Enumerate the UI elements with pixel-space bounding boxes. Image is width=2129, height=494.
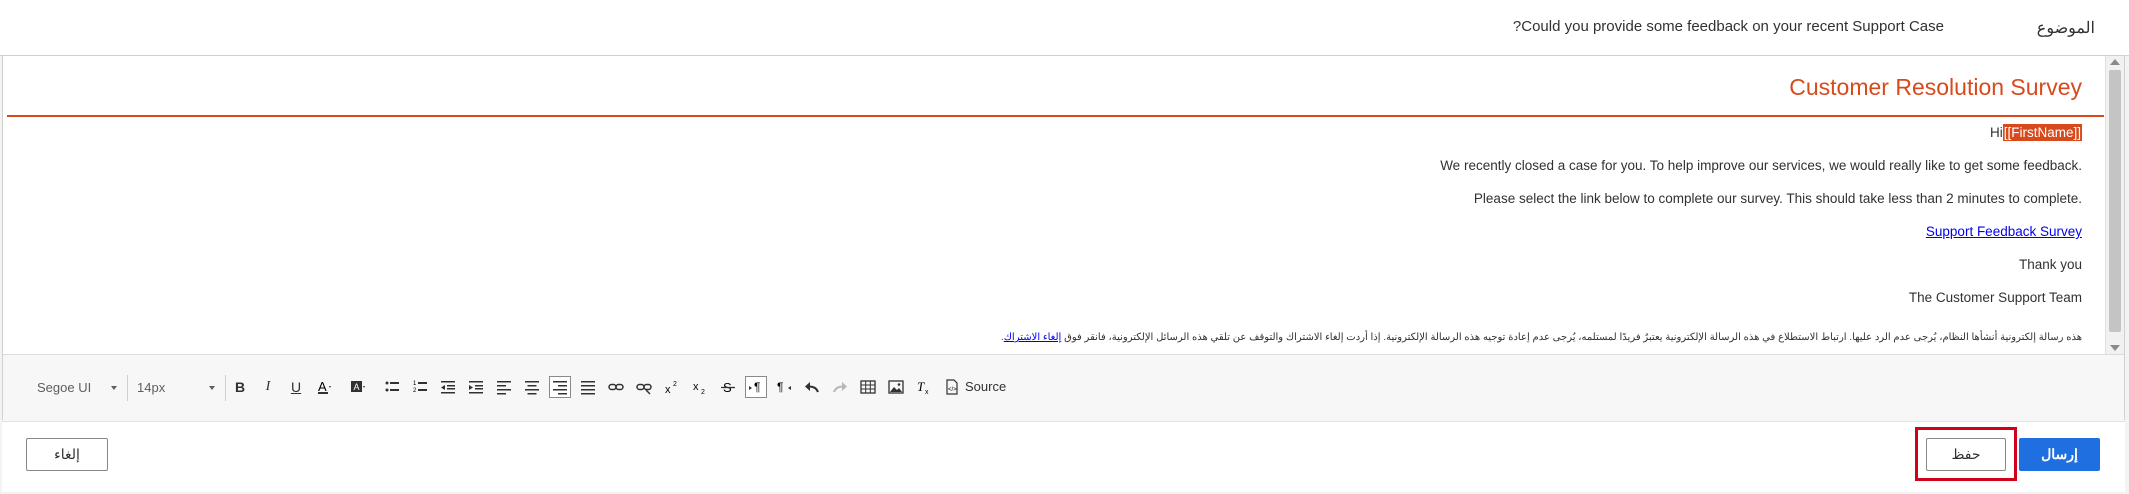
svg-text:2: 2 bbox=[701, 389, 705, 395]
source-icon[interactable]: </> bbox=[941, 376, 963, 398]
editor-content[interactable]: Customer Resolution Survey Hi[[FirstName… bbox=[3, 56, 2104, 354]
align-left-icon[interactable] bbox=[493, 376, 515, 398]
align-right-icon[interactable] bbox=[549, 376, 571, 398]
svg-text:A: A bbox=[354, 382, 360, 392]
toolbar-divider bbox=[225, 375, 226, 401]
numbered-list-icon[interactable]: 12 bbox=[409, 376, 431, 398]
bold-icon[interactable]: B bbox=[229, 376, 251, 398]
ltr-direction-icon[interactable]: ¶ bbox=[745, 376, 767, 398]
strikethrough-icon[interactable]: S bbox=[717, 376, 739, 398]
svg-text:A: A bbox=[318, 379, 327, 394]
svg-text:</>: </> bbox=[948, 387, 957, 393]
redo-icon[interactable] bbox=[829, 376, 851, 398]
superscript-icon[interactable]: x2 bbox=[661, 376, 683, 398]
image-icon[interactable] bbox=[885, 376, 907, 398]
subscript-icon[interactable]: x2 bbox=[689, 376, 711, 398]
survey-link[interactable]: Support Feedback Survey bbox=[1926, 224, 2082, 239]
svg-text:2: 2 bbox=[673, 381, 677, 388]
closing-line: Thank you bbox=[2018, 257, 2082, 272]
paragraph-2: Please select the link below to complete… bbox=[1473, 191, 2082, 206]
undo-icon[interactable] bbox=[801, 376, 823, 398]
signature-line: The Customer Support Team bbox=[1908, 290, 2082, 305]
link-icon[interactable] bbox=[605, 376, 627, 398]
scroll-thumb[interactable] bbox=[2109, 70, 2121, 332]
email-editor[interactable]: Customer Resolution Survey Hi[[FirstName… bbox=[2, 55, 2125, 421]
footer-bar: إلغاء حفظ إرسال bbox=[2, 421, 2125, 492]
chevron-down-icon bbox=[111, 386, 117, 390]
decrease-indent-icon[interactable] bbox=[437, 376, 459, 398]
subject-row: الموضوع Could you provide some feedback … bbox=[0, 0, 2129, 56]
cancel-button[interactable]: إلغاء bbox=[26, 438, 108, 471]
subject-input[interactable]: Could you provide some feedback on your … bbox=[1513, 18, 1944, 35]
svg-text:1: 1 bbox=[413, 381, 417, 387]
scroll-down-icon[interactable] bbox=[2110, 345, 2120, 351]
font-family-select[interactable]: Segoe UI bbox=[37, 377, 117, 399]
svg-text:x: x bbox=[693, 381, 699, 393]
justify-icon[interactable] bbox=[577, 376, 599, 398]
align-center-icon[interactable] bbox=[521, 376, 543, 398]
toolbar-divider bbox=[127, 375, 128, 401]
font-family-value: Segoe UI bbox=[37, 380, 92, 395]
save-button[interactable]: حفظ bbox=[1926, 438, 2006, 471]
source-button-label[interactable]: Source bbox=[965, 379, 1006, 394]
svg-text:x: x bbox=[925, 389, 929, 395]
first-name-token[interactable]: [[FirstName]] bbox=[2002, 124, 2082, 141]
greeting-prefix: Hi bbox=[1989, 125, 2003, 140]
survey-title: Customer Resolution Survey bbox=[1789, 74, 2082, 100]
paragraph-1: We recently closed a case for you. To he… bbox=[1440, 158, 2082, 173]
unsubscribe-link[interactable]: إلغاء الاشتراك bbox=[1004, 332, 1062, 343]
send-button[interactable]: إرسال bbox=[2019, 438, 2100, 471]
scroll-up-icon[interactable] bbox=[2110, 59, 2120, 65]
font-size-value: 14px bbox=[137, 380, 166, 395]
clear-formatting-icon[interactable]: Tx bbox=[913, 376, 935, 398]
font-color-icon[interactable]: A bbox=[313, 376, 335, 398]
footer-disclaimer-text: هذه رسالة إلكترونية أنشأها النظام، يُرجى… bbox=[1064, 332, 2082, 343]
greeting-line: Hi[[FirstName]] bbox=[1989, 124, 2082, 141]
svg-text:T: T bbox=[917, 379, 925, 394]
chevron-down-icon bbox=[209, 386, 215, 390]
svg-text:2: 2 bbox=[413, 388, 417, 394]
rtl-direction-icon[interactable]: ¶ bbox=[773, 376, 795, 398]
increase-indent-icon[interactable] bbox=[465, 376, 487, 398]
subject-label: الموضوع bbox=[2036, 20, 2095, 37]
font-size-select[interactable]: 14px bbox=[137, 377, 215, 399]
editor-toolbar: Segoe UI 14px B I U A A 12 x 2 x 2 S ¶ ¶… bbox=[3, 354, 2124, 421]
footer-disclaimer: هذه رسالة إلكترونية أنشأها النظام، يُرجى… bbox=[1000, 332, 2082, 343]
editor-scrollbar[interactable] bbox=[2105, 56, 2124, 354]
underline-icon[interactable]: U bbox=[285, 376, 307, 398]
svg-text:¶: ¶ bbox=[777, 380, 783, 394]
bullet-list-icon[interactable] bbox=[381, 376, 403, 398]
svg-text:x: x bbox=[665, 384, 671, 395]
title-divider bbox=[7, 115, 2104, 117]
highlight-color-icon[interactable]: A bbox=[347, 376, 369, 398]
italic-icon[interactable]: I bbox=[257, 376, 279, 398]
svg-text:¶: ¶ bbox=[754, 380, 760, 394]
unlink-icon[interactable] bbox=[633, 376, 655, 398]
table-icon[interactable] bbox=[857, 376, 879, 398]
survey-link-line: Support Feedback Survey bbox=[1926, 224, 2082, 239]
